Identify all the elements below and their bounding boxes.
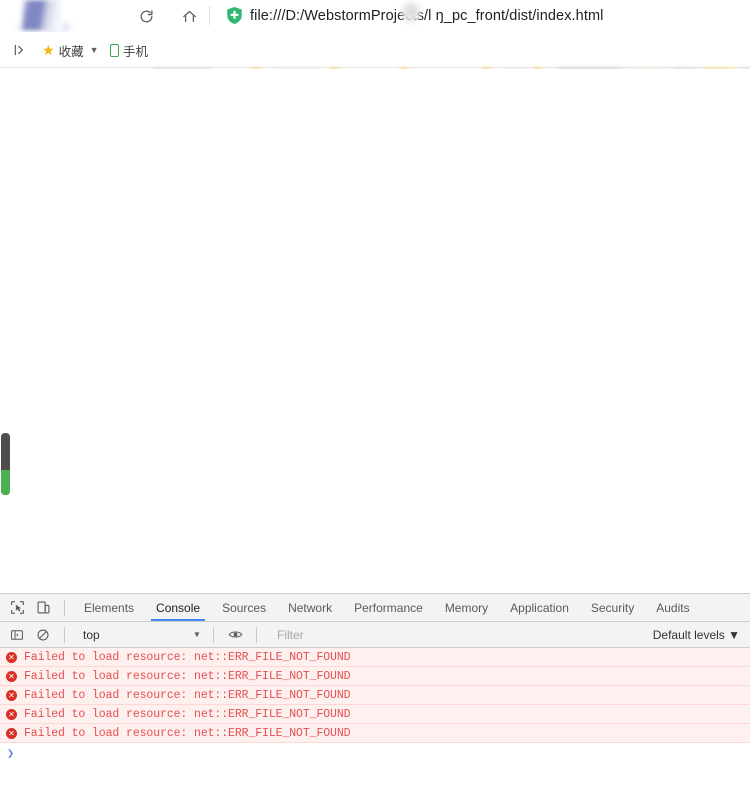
console-error-text: Failed to load resource: net::ERR_FILE_N… xyxy=(24,726,351,740)
tab-console[interactable]: Console xyxy=(145,594,211,621)
page-meter[interactable] xyxy=(1,433,10,495)
error-icon: ✕ xyxy=(6,670,17,682)
console-error-text: Failed to load resource: net::ERR_FILE_N… xyxy=(24,688,351,702)
tab-performance[interactable]: Performance xyxy=(343,594,434,621)
error-icon: ✕ xyxy=(6,727,17,739)
filter-divider-1 xyxy=(64,626,65,643)
redacted-nav-buttons[interactable] xyxy=(22,0,62,30)
tab-sources[interactable]: Sources xyxy=(211,594,277,621)
console-filter-bar: top ▼ Default levels ▼ xyxy=(0,621,750,648)
console-error-row[interactable]: ✕ Failed to load resource: net::ERR_FILE… xyxy=(0,686,750,705)
bookmarks-list-icon[interactable] xyxy=(10,40,30,60)
bookmark-item-mobile[interactable]: 手机 xyxy=(110,40,148,60)
browser-window: file:///D:/WebstormProjects/l ŋ_pc_front… xyxy=(0,0,750,786)
tab-application[interactable]: Application xyxy=(499,594,580,621)
console-error-row[interactable]: ✕ Failed to load resource: net::ERR_FILE… xyxy=(0,705,750,724)
shield-plus-icon[interactable] xyxy=(226,6,243,25)
star-icon: ★ xyxy=(42,42,55,58)
devtools-tabbar: Elements Console Sources Network Perform… xyxy=(0,594,750,622)
live-expression-icon[interactable] xyxy=(222,622,248,648)
devtools-divider xyxy=(64,599,65,616)
device-toolbar-icon[interactable] xyxy=(30,595,56,621)
console-input-prompt[interactable]: ❯ xyxy=(0,743,750,763)
console-filter-input[interactable] xyxy=(265,621,647,648)
console-sidebar-icon[interactable] xyxy=(4,622,30,648)
home-icon[interactable] xyxy=(176,3,202,29)
toolbar-divider xyxy=(209,6,210,25)
bookmark-label-favorites: 收藏 xyxy=(58,44,84,59)
tab-network[interactable]: Network xyxy=(277,594,343,621)
chevron-down-icon: ▼ xyxy=(89,45,99,55)
error-icon: ✕ xyxy=(6,689,17,701)
filter-divider-2 xyxy=(213,626,214,643)
browser-toolbar: file:///D:/WebstormProjects/l ŋ_pc_front… xyxy=(0,0,750,36)
redacted-url-segment xyxy=(400,2,422,24)
page-viewport xyxy=(0,69,750,593)
tab-memory[interactable]: Memory xyxy=(434,594,499,621)
clear-console-icon[interactable] xyxy=(30,622,56,648)
tab-security[interactable]: Security xyxy=(580,594,645,621)
error-icon: ✕ xyxy=(6,708,17,720)
console-context-selector[interactable]: top xyxy=(73,628,189,642)
console-error-row[interactable]: ✕ Failed to load resource: net::ERR_FILE… xyxy=(0,648,750,667)
error-icon: ✕ xyxy=(6,651,17,663)
devtools-panel: Elements Console Sources Network Perform… xyxy=(0,593,750,786)
filter-divider-3 xyxy=(256,626,257,643)
console-levels-dropdown[interactable]: Default levels ▼ xyxy=(647,628,750,642)
console-error-text: Failed to load resource: net::ERR_FILE_N… xyxy=(24,669,351,683)
inspect-element-icon[interactable] xyxy=(4,595,30,621)
console-message-list: ✕ Failed to load resource: net::ERR_FILE… xyxy=(0,648,750,786)
phone-icon xyxy=(110,43,119,57)
reload-icon[interactable] xyxy=(133,3,159,29)
address-bar-url[interactable]: file:///D:/WebstormProjects/l ŋ_pc_front… xyxy=(250,4,603,28)
page-meter-fill xyxy=(1,470,10,495)
console-error-text: Failed to load resource: net::ERR_FILE_N… xyxy=(24,650,351,664)
bookmark-item-favorites[interactable]: ★ 收藏 ▼ xyxy=(42,40,99,60)
tab-elements[interactable]: Elements xyxy=(73,594,145,621)
console-error-text: Failed to load resource: net::ERR_FILE_N… xyxy=(24,707,351,721)
prompt-arrow-icon: ❯ xyxy=(7,746,15,761)
bookmarks-bar: ★ 收藏 ▼ 手机 ortai Search t m+ xyxy=(0,32,750,88)
bookmark-label-mobile: 手机 xyxy=(123,44,149,59)
console-error-row[interactable]: ✕ Failed to load resource: net::ERR_FILE… xyxy=(0,724,750,743)
tab-audits[interactable]: Audits xyxy=(645,594,700,621)
console-error-row[interactable]: ✕ Failed to load resource: net::ERR_FILE… xyxy=(0,667,750,686)
chevron-down-icon[interactable]: ▼ xyxy=(189,630,205,639)
